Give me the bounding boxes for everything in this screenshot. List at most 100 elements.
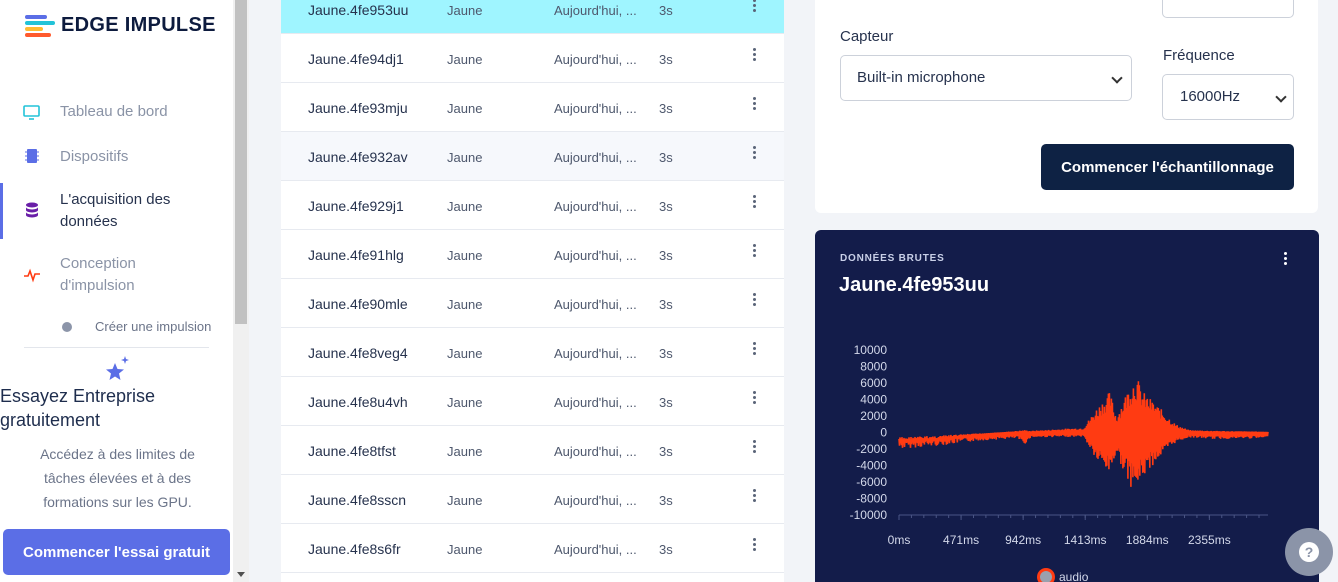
sample-date: Aujourd'hui, ...	[554, 101, 637, 116]
sample-length: 3s	[659, 346, 673, 361]
scrollbar-thumb[interactable]	[235, 0, 247, 324]
table-row[interactable]: Jaune.4fe953uu Jaune Aujourd'hui, ... 3s	[281, 0, 784, 34]
table-row[interactable]: Jaune.4fe8tfst Jaune Aujourd'hui, ... 3s	[281, 426, 784, 475]
row-menu-icon[interactable]	[751, 97, 757, 113]
x-tick-label: 471ms	[943, 533, 979, 547]
logo[interactable]: EDGE IMPULSE	[25, 14, 216, 37]
row-menu-icon[interactable]	[751, 48, 757, 64]
sample-length: 3s	[659, 444, 673, 459]
sample-label: Jaune	[447, 346, 483, 361]
row-menu-icon[interactable]	[751, 342, 757, 358]
sensor-select[interactable]: Built-in microphone	[840, 55, 1132, 101]
sample-label: Jaune	[447, 248, 483, 263]
sidebar-scrollbar[interactable]	[233, 0, 249, 582]
table-row[interactable]: Jaune.4fe93mju Jaune Aujourd'hui, ... 3s	[281, 83, 784, 132]
sample-name: Jaune.4fe8s6fr	[308, 541, 401, 557]
table-row[interactable]: Jaune.4fe8veg4 Jaune Aujourd'hui, ... 3s	[281, 328, 784, 377]
row-menu-icon[interactable]	[751, 244, 757, 260]
row-menu-icon[interactable]	[751, 293, 757, 309]
divider	[24, 347, 209, 348]
table-row[interactable]: Jaune.4fe929j1 Jaune Aujourd'hui, ... 3s	[281, 181, 784, 230]
sample-label: Jaune	[447, 101, 483, 116]
sample-date: Aujourd'hui, ...	[554, 542, 637, 557]
frequency-select[interactable]: 16000Hz	[1162, 74, 1294, 120]
sample-date: Aujourd'hui, ...	[554, 150, 637, 165]
row-menu-icon[interactable]	[751, 0, 757, 15]
frequency-label: Fréquence	[1163, 47, 1235, 64]
y-tick-label: 6000	[860, 376, 887, 390]
x-tick-label: 1884ms	[1126, 533, 1169, 547]
row-menu-icon[interactable]	[751, 538, 757, 554]
y-tick-label: 0	[880, 426, 887, 440]
x-tick-label: 0ms	[888, 533, 911, 547]
sample-name: Jaune.4fe91hlg	[308, 247, 404, 263]
sample-date: Aujourd'hui, ...	[554, 199, 637, 214]
scroll-down-arrow-icon[interactable]	[237, 572, 245, 577]
sidebar-item-dashboard[interactable]: Tableau de bord	[0, 101, 233, 123]
sample-name: Jaune.4fe8sscn	[308, 492, 407, 508]
sample-length: 3s	[659, 52, 673, 67]
sidebar: EDGE IMPULSE Tableau de bord Dispositifs…	[0, 0, 233, 582]
sample-name: Jaune.4fe8u4vh	[308, 394, 408, 410]
promo-title: Essayez Entreprise gratuitement	[0, 386, 156, 430]
sample-date: Aujourd'hui, ...	[554, 3, 637, 18]
sidebar-item-data-acquisition[interactable]: L'acquisition des données	[0, 189, 233, 233]
sample-label: Jaune	[447, 150, 483, 165]
sample-length: 3s	[659, 101, 673, 116]
pulse-icon	[24, 268, 40, 283]
sidebar-item-label: Tableau de bord	[60, 103, 168, 120]
table-row[interactable]: Jaune.4fe8s6fr Jaune Aujourd'hui, ... 3s	[281, 524, 784, 573]
sidebar-item-label: Conception d'impulsion	[60, 255, 136, 294]
table-row[interactable]: Jaune.4fe8sscn Jaune Aujourd'hui, ... 3s	[281, 475, 784, 524]
row-menu-icon[interactable]	[751, 391, 757, 407]
sidebar-subitem-create-impulse[interactable]: Créer une impulsion	[62, 319, 211, 334]
start-free-trial-button[interactable]: Commencer l'essai gratuit	[3, 529, 230, 575]
row-menu-icon[interactable]	[751, 195, 757, 211]
y-tick-label: 4000	[860, 393, 887, 407]
sidebar-subitem-label: Créer une impulsion	[95, 319, 212, 334]
start-sampling-button[interactable]: Commencer l'échantillonnage	[1041, 144, 1294, 190]
y-tick-label: -10000	[850, 508, 888, 522]
table-row[interactable]: Jaune.4fe94dj1 Jaune Aujourd'hui, ... 3s	[281, 34, 784, 83]
sample-label: Jaune	[447, 395, 483, 410]
sample-date: Aujourd'hui, ...	[554, 248, 637, 263]
sample-date: Aujourd'hui, ...	[554, 52, 637, 67]
monitor-icon	[23, 105, 40, 120]
table-row[interactable]: Jaune.4fe91hlg Jaune Aujourd'hui, ... 3s	[281, 230, 784, 279]
chevron-down-icon	[1275, 91, 1287, 103]
y-tick-label: 8000	[860, 360, 887, 374]
y-tick-label: -6000	[856, 475, 887, 489]
sidebar-item-devices[interactable]: Dispositifs	[0, 146, 233, 168]
sample-date: Aujourd'hui, ...	[554, 395, 637, 410]
logo-icon	[25, 14, 55, 37]
table-row[interactable]: Jaune.4fe90mle Jaune Aujourd'hui, ... 3s	[281, 279, 784, 328]
question-mark-icon: ?	[1299, 542, 1319, 562]
sidebar-item-label: L'acquisition des données	[60, 191, 171, 230]
sample-name: Jaune.4fe8tfst	[308, 443, 396, 459]
row-menu-icon[interactable]	[751, 440, 757, 456]
sidebar-item-impulse-design[interactable]: Conception d'impulsion	[0, 253, 233, 297]
sample-date: Aujourd'hui, ...	[554, 493, 637, 508]
y-tick-label: 2000	[860, 409, 887, 423]
sample-length-field[interactable]	[1162, 0, 1294, 18]
chip-icon	[25, 149, 39, 163]
table-row[interactable]: Jaune.4fe8u4vh Jaune Aujourd'hui, ... 3s	[281, 377, 784, 426]
raw-data-panel: DONNÉES BRUTES Jaune.4fe953uu 10000 8000 6…	[815, 230, 1319, 582]
row-menu-icon[interactable]	[751, 489, 757, 505]
sample-name: Jaune.4fe8veg4	[308, 345, 408, 361]
y-tick-label: 10000	[854, 343, 888, 357]
sample-label: Jaune	[447, 542, 483, 557]
help-button[interactable]: ?	[1285, 528, 1333, 576]
bullet-icon	[62, 322, 72, 332]
sample-name: Jaune.4fe929j1	[308, 198, 404, 214]
sensor-label: Capteur	[840, 28, 894, 45]
row-menu-icon[interactable]	[751, 146, 757, 162]
sample-label: Jaune	[447, 3, 483, 18]
table-row[interactable]: Jaune.4fe932av Jaune Aujourd'hui, ... 3s	[281, 132, 784, 181]
x-tick-label: 2355ms	[1188, 533, 1231, 547]
logo-text: EDGE IMPULSE	[61, 14, 216, 36]
sparkle-star-icon	[106, 356, 129, 380]
audio-series-line	[898, 381, 1269, 487]
x-tick-label: 1413ms	[1064, 533, 1107, 547]
promo-description: Accédez à des limites de tâches élevées …	[40, 446, 195, 510]
